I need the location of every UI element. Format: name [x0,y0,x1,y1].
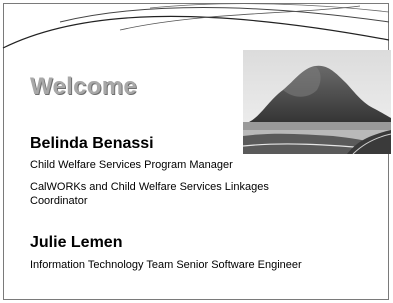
slide: Welcome Belinda Benassi Child Welfare Se… [0,0,393,303]
person-title-line: Child Welfare Services Program Manager [30,159,233,171]
person-title-line: Coordinator [30,195,88,207]
person-title-line: CalWORKs and Child Welfare Services Link… [30,181,269,193]
person-title-line: Information Technology Team Senior Softw… [30,259,302,271]
coastal-rock-photo [243,50,391,154]
person-name: Julie Lemen [30,234,123,251]
person-name: Belinda Benassi [30,135,154,152]
welcome-heading: Welcome [30,73,138,100]
